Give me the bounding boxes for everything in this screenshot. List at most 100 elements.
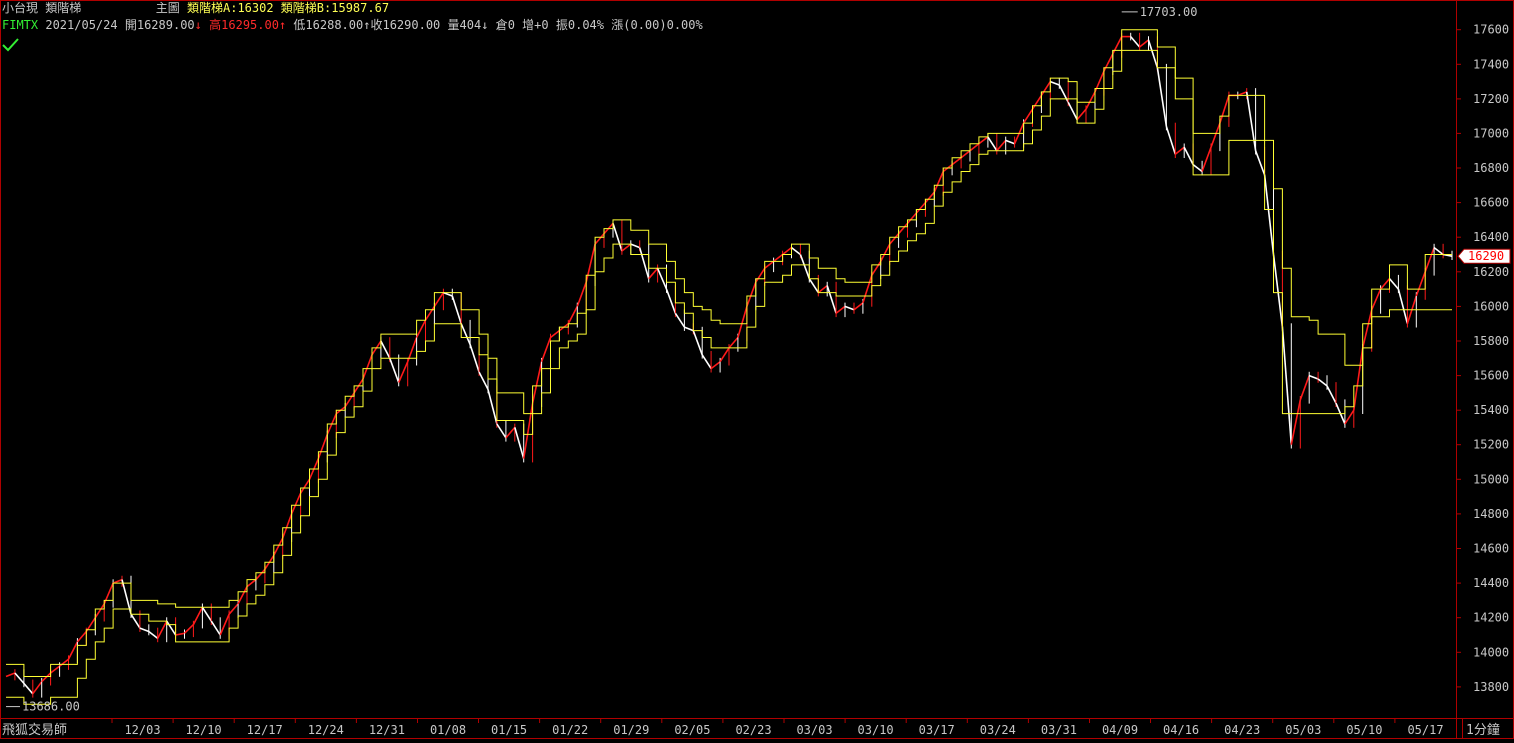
- x-tick-label: 05/17: [1407, 723, 1443, 737]
- price-segment: [59, 658, 69, 667]
- price-segment: [1299, 375, 1310, 401]
- price-segment: [1245, 91, 1257, 151]
- y-tick-label: 14000: [1473, 645, 1509, 659]
- x-tick-label: 01/22: [552, 723, 588, 737]
- price-segment: [960, 150, 971, 159]
- price-series-group: [5, 32, 1453, 698]
- y-tick-label: 14200: [1473, 611, 1509, 625]
- symbol-code: FIMTX: [2, 18, 39, 32]
- min-price-label: 13686.00: [22, 700, 80, 714]
- y-tick-label: 16800: [1473, 161, 1509, 175]
- y-tick-label: 16200: [1473, 265, 1509, 279]
- indicator-name[interactable]: 類階梯: [45, 1, 81, 15]
- price-segment: [139, 627, 150, 633]
- price-segment: [362, 354, 373, 380]
- price-segment: [389, 358, 400, 383]
- price-segment: [1424, 247, 1435, 273]
- y-tick-label: 17600: [1473, 23, 1509, 37]
- x-tick-label: 01/29: [613, 723, 649, 737]
- x-tick-label: 02/05: [674, 723, 710, 737]
- open-interest-label: 倉: [495, 18, 508, 32]
- oi-change-value: +0: [534, 18, 549, 32]
- price-segment: [826, 285, 837, 314]
- x-tick-label: 12/24: [308, 723, 344, 737]
- price-segment: [755, 267, 766, 283]
- price-segment: [1219, 95, 1230, 124]
- volume-value: 404: [459, 18, 482, 32]
- price-segment: [41, 672, 52, 683]
- price-segment: [648, 267, 659, 280]
- y-tick-label: 14600: [1473, 542, 1509, 556]
- change-value: (0.00)0.00%: [623, 18, 703, 32]
- price-segment: [156, 620, 168, 639]
- x-tick-label: 12/31: [369, 723, 405, 737]
- price-segment: [1344, 409, 1355, 425]
- period-label[interactable]: 1分鐘: [1466, 722, 1500, 738]
- price-segment: [32, 681, 43, 695]
- price-chart[interactable]: 13800 14000 14200 14400 14600 14800 15000 15200…: [0, 0, 1514, 739]
- price-segment: [1254, 150, 1266, 176]
- price-segment: [674, 312, 686, 328]
- price-segment: [987, 136, 998, 152]
- price-segment: [1361, 309, 1373, 349]
- check-icon[interactable]: [2, 38, 20, 52]
- price-segment: [5, 672, 16, 678]
- price-segment: [728, 336, 739, 349]
- price-segment: [1058, 84, 1069, 103]
- price-segment: [1005, 139, 1015, 145]
- x-tick-label: 04/09: [1102, 723, 1138, 737]
- change-label: 漲: [611, 18, 624, 32]
- price-segment: [1201, 147, 1212, 172]
- price-segment: [1272, 254, 1284, 328]
- indicator-b-label: 類階梯B:: [280, 1, 332, 15]
- price-segment: [817, 284, 828, 294]
- price-segment: [1370, 288, 1382, 311]
- y-tick-label: 15800: [1473, 334, 1509, 348]
- price-segment: [951, 157, 962, 166]
- price-segment: [540, 337, 552, 362]
- price-segment: [665, 288, 677, 314]
- price-segment: [871, 260, 882, 276]
- y-tick-label: 14800: [1473, 507, 1509, 521]
- price-segment: [166, 620, 177, 636]
- ladder-b-line[interactable]: [6, 49, 1452, 705]
- price-segment: [210, 620, 221, 636]
- price-segment: [183, 624, 194, 634]
- price-segment: [1415, 271, 1426, 297]
- price-segment: [451, 295, 462, 324]
- price-segment: [835, 305, 846, 314]
- price-segment: [1022, 108, 1034, 124]
- open-label: 開: [124, 18, 137, 32]
- price-segment: [764, 260, 775, 269]
- price-segment: [1112, 36, 1123, 55]
- price-segment: [1433, 246, 1444, 256]
- price-segment: [692, 330, 703, 356]
- price-segment: [255, 568, 266, 581]
- open-interest-value: 0: [507, 18, 515, 32]
- low-value: 16288.00: [305, 18, 364, 32]
- price-segment: [1174, 146, 1185, 155]
- price-segment: [799, 254, 811, 279]
- quote-date: 2021/05/24: [45, 18, 118, 32]
- price-segment: [638, 247, 650, 279]
- indicator-b-value: 15987.67: [331, 1, 390, 15]
- price-segment: [1165, 126, 1177, 155]
- price-segment: [94, 603, 105, 619]
- x-tick-label: 01/08: [430, 723, 466, 737]
- price-segment: [773, 253, 784, 263]
- y-tick-label: 15000: [1473, 472, 1509, 486]
- price-segment: [621, 243, 632, 252]
- product-name[interactable]: 小台現: [2, 1, 38, 15]
- x-tick-label: 04/23: [1224, 723, 1260, 737]
- price-segment: [576, 281, 587, 307]
- price-segment: [23, 682, 34, 695]
- price-segment: [505, 426, 516, 439]
- price-segment: [1237, 91, 1247, 97]
- price-segment: [924, 191, 935, 204]
- price-segment: [1130, 36, 1141, 48]
- price-segment: [460, 323, 471, 345]
- indicator-header: 小台現 類階梯 主圖 類階梯A:16302 類階梯B:15987.67: [2, 1, 389, 15]
- x-tick-label: 04/16: [1163, 723, 1199, 737]
- indicator-a-value: 16302: [237, 1, 274, 15]
- indicator-a-label: 類階梯A:: [186, 1, 238, 15]
